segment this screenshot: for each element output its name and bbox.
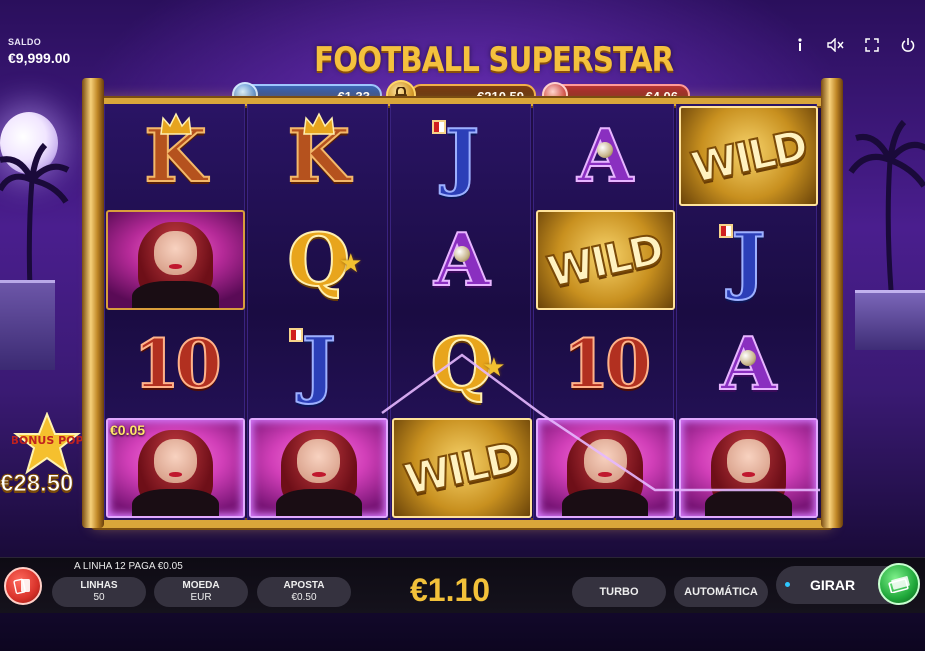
crown-icon [302, 112, 335, 135]
reel-4-row-3-symbol: 10 [536, 314, 675, 414]
autoplay-button[interactable]: AUTOMÁTICA [674, 577, 768, 607]
reel-3-row-3-symbol: Q ★ [392, 314, 531, 414]
reel-1-row-1-symbol: K [106, 106, 245, 206]
game-title: FOOTBALL SUPERSTAR [314, 40, 674, 80]
power-icon[interactable] [897, 36, 919, 54]
football-icon [453, 246, 470, 262]
info-icon[interactable] [789, 36, 811, 54]
letter-symbol: J [444, 113, 480, 198]
football-icon [597, 142, 614, 158]
turbo-button[interactable]: TURBO [572, 577, 666, 607]
spin-label: GIRAR [810, 577, 856, 593]
reel-5-row-4-symbol [678, 418, 818, 518]
reel-4-row-4-symbol [535, 418, 675, 518]
flag-icon [718, 224, 733, 238]
reel-1-row-3-symbol: 10 [106, 314, 245, 414]
wild-text: WILD [686, 119, 811, 193]
reel-1-row-2-symbol [106, 210, 246, 310]
mute-icon[interactable] [825, 36, 847, 54]
cell-win-amount: €0.05 [110, 422, 146, 438]
wild-symbol: WILD [535, 210, 675, 310]
spin-indicator-dot [785, 582, 790, 587]
star-icon: ★ [482, 352, 506, 382]
lines-value: 50 [93, 592, 105, 603]
flag-icon [289, 328, 304, 342]
letter-symbol: J [730, 217, 766, 302]
superstar-girl-symbol [106, 210, 246, 310]
lines-selector[interactable]: LINHAS 50 [52, 577, 146, 607]
star-icon: ★ [339, 248, 363, 278]
letter-symbol: J [301, 321, 337, 406]
reel-2-row-1-symbol: K [249, 106, 388, 206]
reel-4-row-1-symbol: A [536, 106, 675, 206]
frame-pillar-right [821, 78, 843, 528]
reel-5-row-2-symbol: J [679, 210, 818, 310]
reel-2-row-2-symbol: Q ★ [249, 210, 388, 310]
currency-value: EUR [190, 592, 212, 603]
letter-symbol: 10 [133, 325, 223, 403]
total-bet: €1.10 [410, 572, 491, 608]
lines-label: LINHAS [80, 580, 118, 591]
bet-selector[interactable]: APOSTA €0.50 [257, 577, 351, 607]
superstar-girl-symbol [249, 418, 389, 518]
reel-3-row-2-symbol: A [392, 210, 531, 310]
bonus-pop-star-icon: BONUS POP [12, 412, 82, 475]
superstar-girl-symbol [678, 418, 818, 518]
currency-label: MOEDA [182, 580, 220, 591]
balance-label: SALDO [8, 37, 41, 47]
reel-1-row-4-symbol: €0.05 [106, 418, 246, 518]
wild-symbol: WILD [678, 106, 818, 206]
cash-icon[interactable] [878, 563, 920, 605]
bonus-amount: €28.50 [0, 470, 74, 498]
bet-value: €0.50 [291, 592, 317, 603]
building-right [855, 290, 925, 350]
reel-4-row-2-symbol: WILD [535, 210, 675, 310]
wild-text: WILD [543, 223, 668, 297]
building-left [0, 280, 55, 370]
win-line-message: A LINHA 12 PAGA €0.05 [74, 561, 183, 572]
menu-cards-button[interactable] [4, 567, 42, 605]
football-icon [740, 350, 757, 366]
palm-tree-right [848, 120, 925, 290]
top-controls [789, 36, 919, 54]
currency-selector[interactable]: MOEDA EUR [154, 577, 248, 607]
flag-icon [432, 120, 447, 134]
letter-symbol: 10 [562, 325, 652, 403]
reel-5-row-1-symbol: WILD [678, 106, 818, 206]
bet-label: APOSTA [283, 580, 325, 591]
palm-tree-left [0, 142, 70, 290]
bonus-label-1: BONUS POP [12, 434, 82, 447]
reel-3-row-1-symbol: J [392, 106, 531, 206]
balance-value: €9,999.00 [8, 50, 71, 66]
fullscreen-icon[interactable] [861, 36, 883, 54]
reel-5-row-3-symbol: A [679, 314, 818, 414]
crown-icon [159, 112, 192, 135]
wild-text: WILD [399, 431, 524, 505]
wild-symbol: WILD [392, 418, 532, 518]
reel-grid: KKJAWILDQ★AWILDJ10JQ★10A€0.05WILD [104, 104, 820, 520]
frame-pillar-left [82, 78, 104, 528]
reel-2-row-3-symbol: J [249, 314, 388, 414]
balance: SALDO €9,999.00 [8, 37, 70, 66]
reel-2-row-4-symbol [249, 418, 389, 518]
reel-3-row-4-symbol: WILD [392, 418, 532, 518]
superstar-girl-symbol [535, 418, 675, 518]
